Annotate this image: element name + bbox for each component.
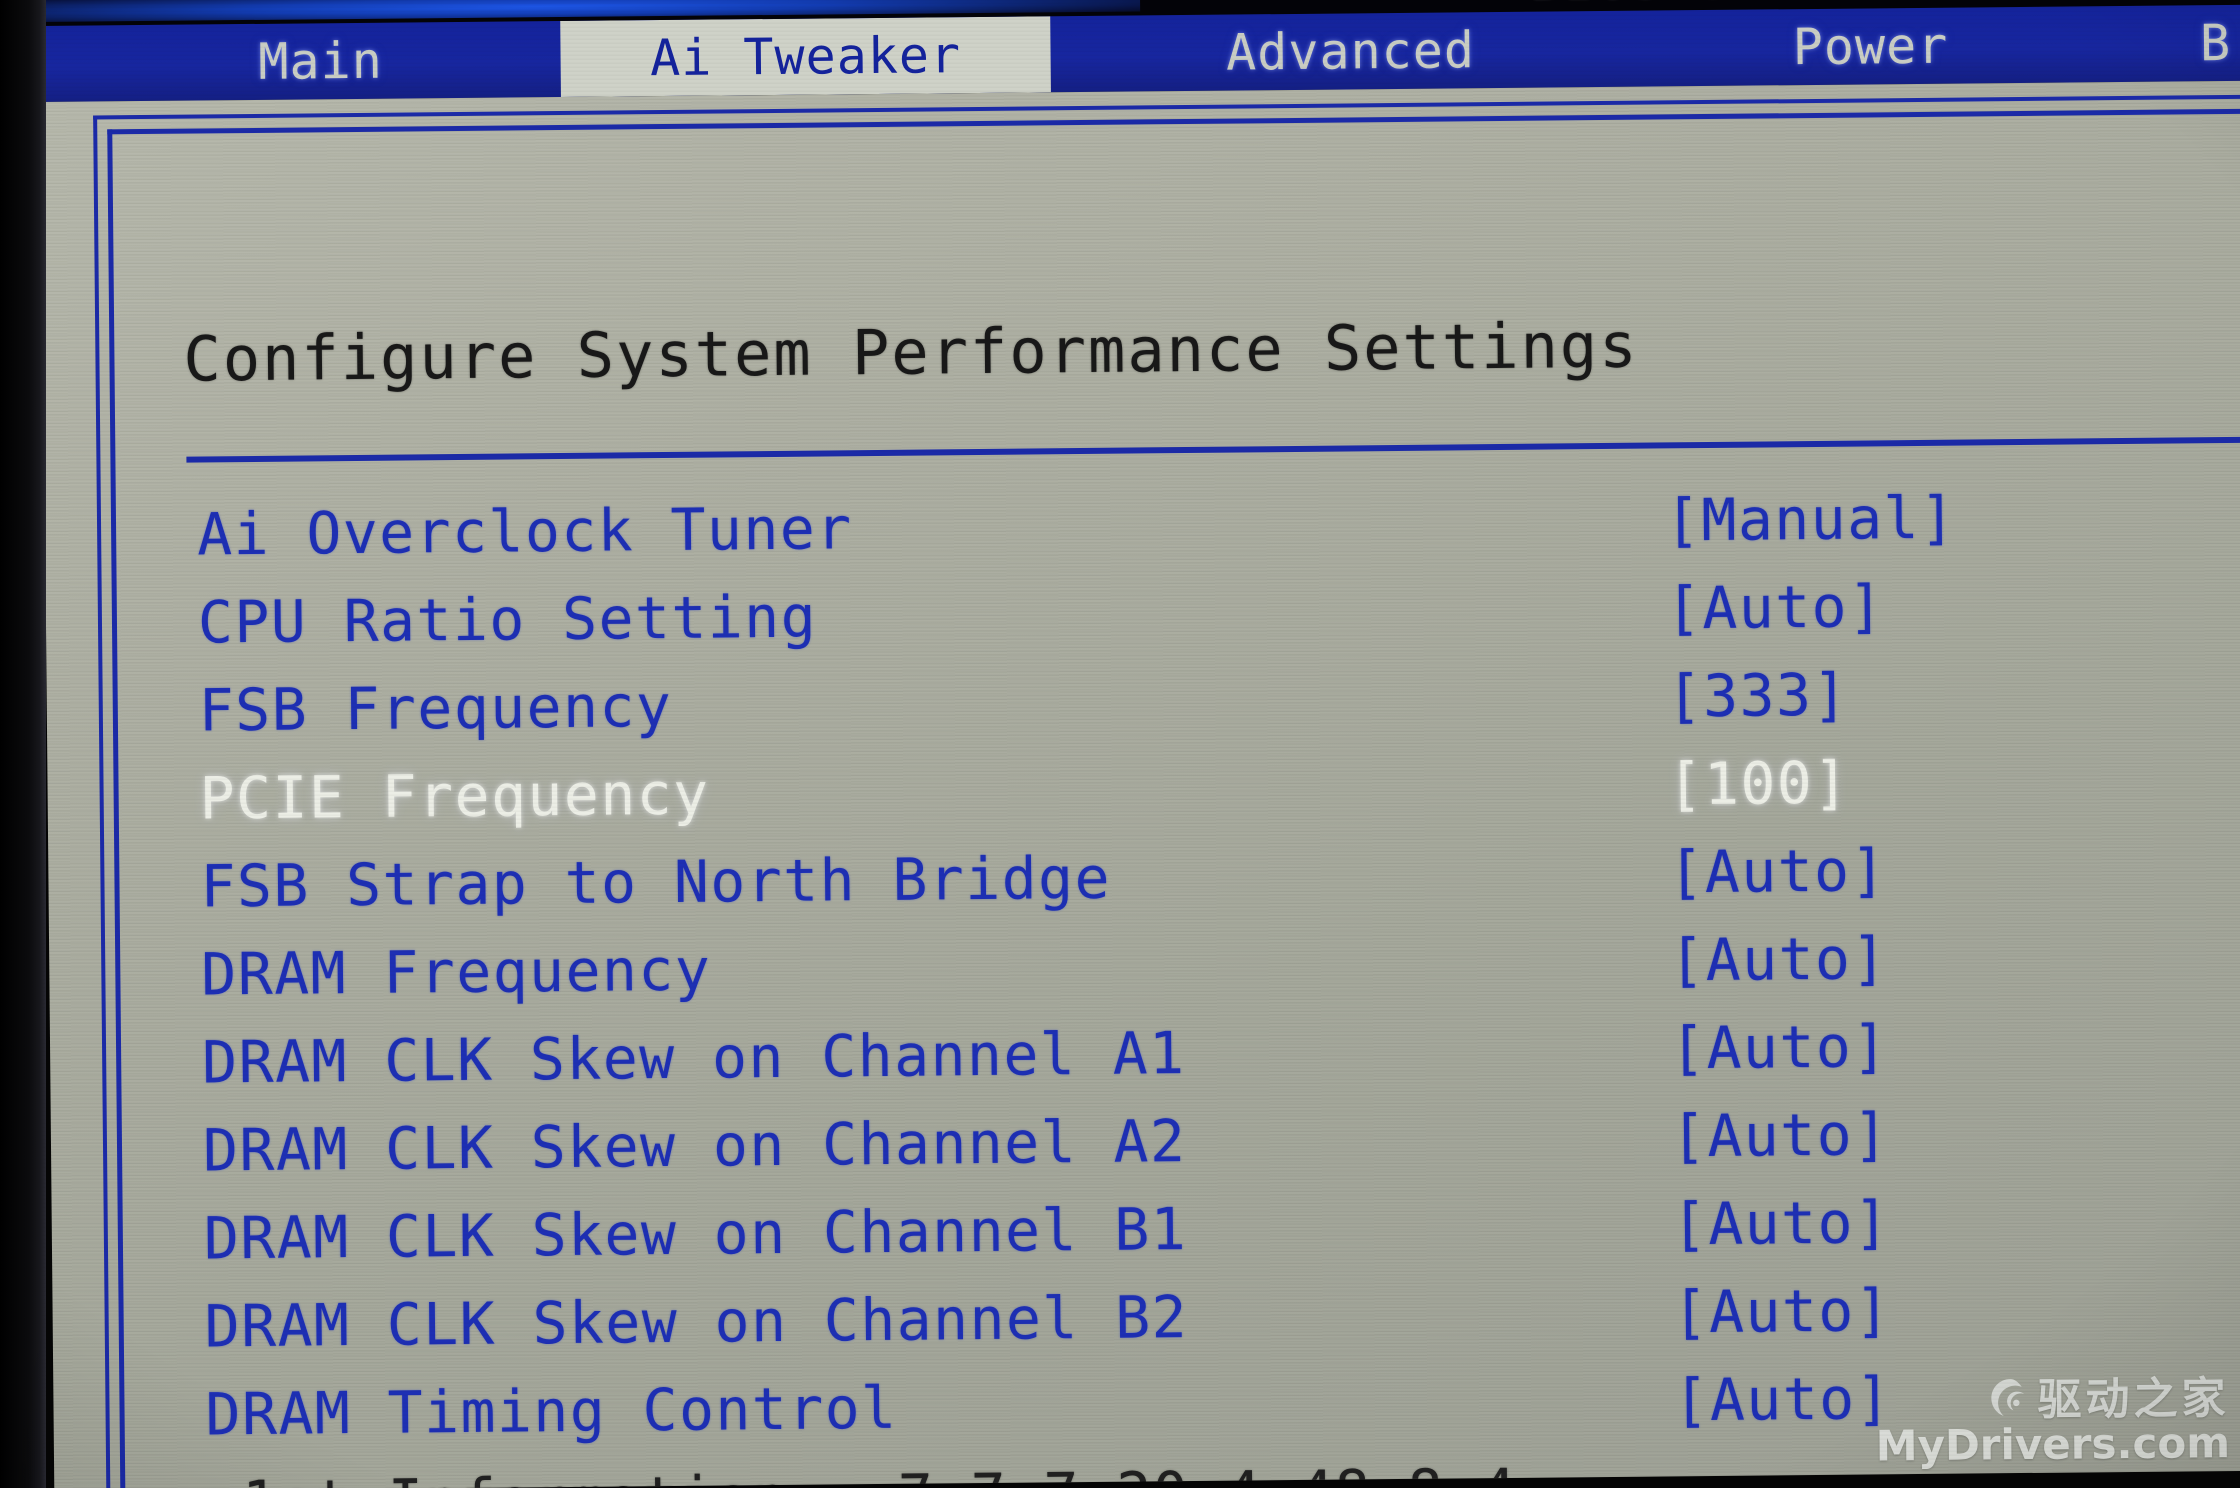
crt-photo: BIOS SETUP UTILITY Main Ai Tweaker Advan… <box>0 0 2240 1488</box>
tab-boot[interactable]: B <box>2180 5 2240 82</box>
settings-panel: Configure System Performance Settings Ai… <box>40 80 2240 1488</box>
setting-value[interactable]: [Auto] <box>1672 1276 1891 1346</box>
setting-value[interactable]: [Auto] <box>1668 836 1887 906</box>
setting-label: PCIE Frequency <box>199 759 710 833</box>
page-title: Configure System Performance Settings <box>183 308 1639 396</box>
setting-value[interactable]: [Auto] <box>1672 1188 1891 1258</box>
setting-label: DRAM Frequency <box>201 935 712 1009</box>
tab-ai-tweaker[interactable]: Ai Tweaker <box>560 16 1051 98</box>
tab-advanced[interactable]: Advanced <box>1100 11 1601 92</box>
setting-label: CPU Ratio Setting <box>197 582 818 657</box>
setting-value[interactable]: [100] <box>1667 749 1850 819</box>
setting-value[interactable]: [Auto] <box>1669 924 1888 994</box>
setting-label: DRAM CLK Skew on Channel A2 <box>202 1107 1187 1185</box>
setting-value[interactable]: [Manual] <box>1665 484 1957 555</box>
setting-label: FSB Frequency <box>198 671 673 745</box>
setting-label: DRAM CLK Skew on Channel B2 <box>204 1283 1189 1361</box>
setting-label: DRAM CLK Skew on Channel A1 <box>201 1019 1186 1097</box>
tab-main[interactable]: Main <box>100 21 541 101</box>
setting-label: DRAM CLK Skew on Channel B1 <box>203 1195 1188 1273</box>
setting-label: Ai Overclock Tuner <box>196 494 853 569</box>
setting-value[interactable]: [Auto] <box>1666 572 1885 642</box>
settings-list: Ai Overclock Tuner [Manual] CPU Ratio Se… <box>45 481 2240 1488</box>
bios-screen: BIOS SETUP UTILITY Main Ai Tweaker Advan… <box>40 0 2240 1488</box>
setting-value[interactable]: [Auto] <box>1670 1012 1889 1082</box>
tab-power[interactable]: Power <box>1660 6 2081 86</box>
setting-label: DRAM Timing Control <box>205 1373 898 1449</box>
setting-value[interactable]: [333] <box>1666 661 1849 731</box>
setting-value[interactable]: [Auto] <box>1673 1364 1892 1434</box>
monitor-bezel-left <box>0 0 46 1488</box>
setting-label: FSB Strap to North Bridge <box>200 843 1112 921</box>
setting-value[interactable]: [Auto] <box>1671 1100 1890 1170</box>
